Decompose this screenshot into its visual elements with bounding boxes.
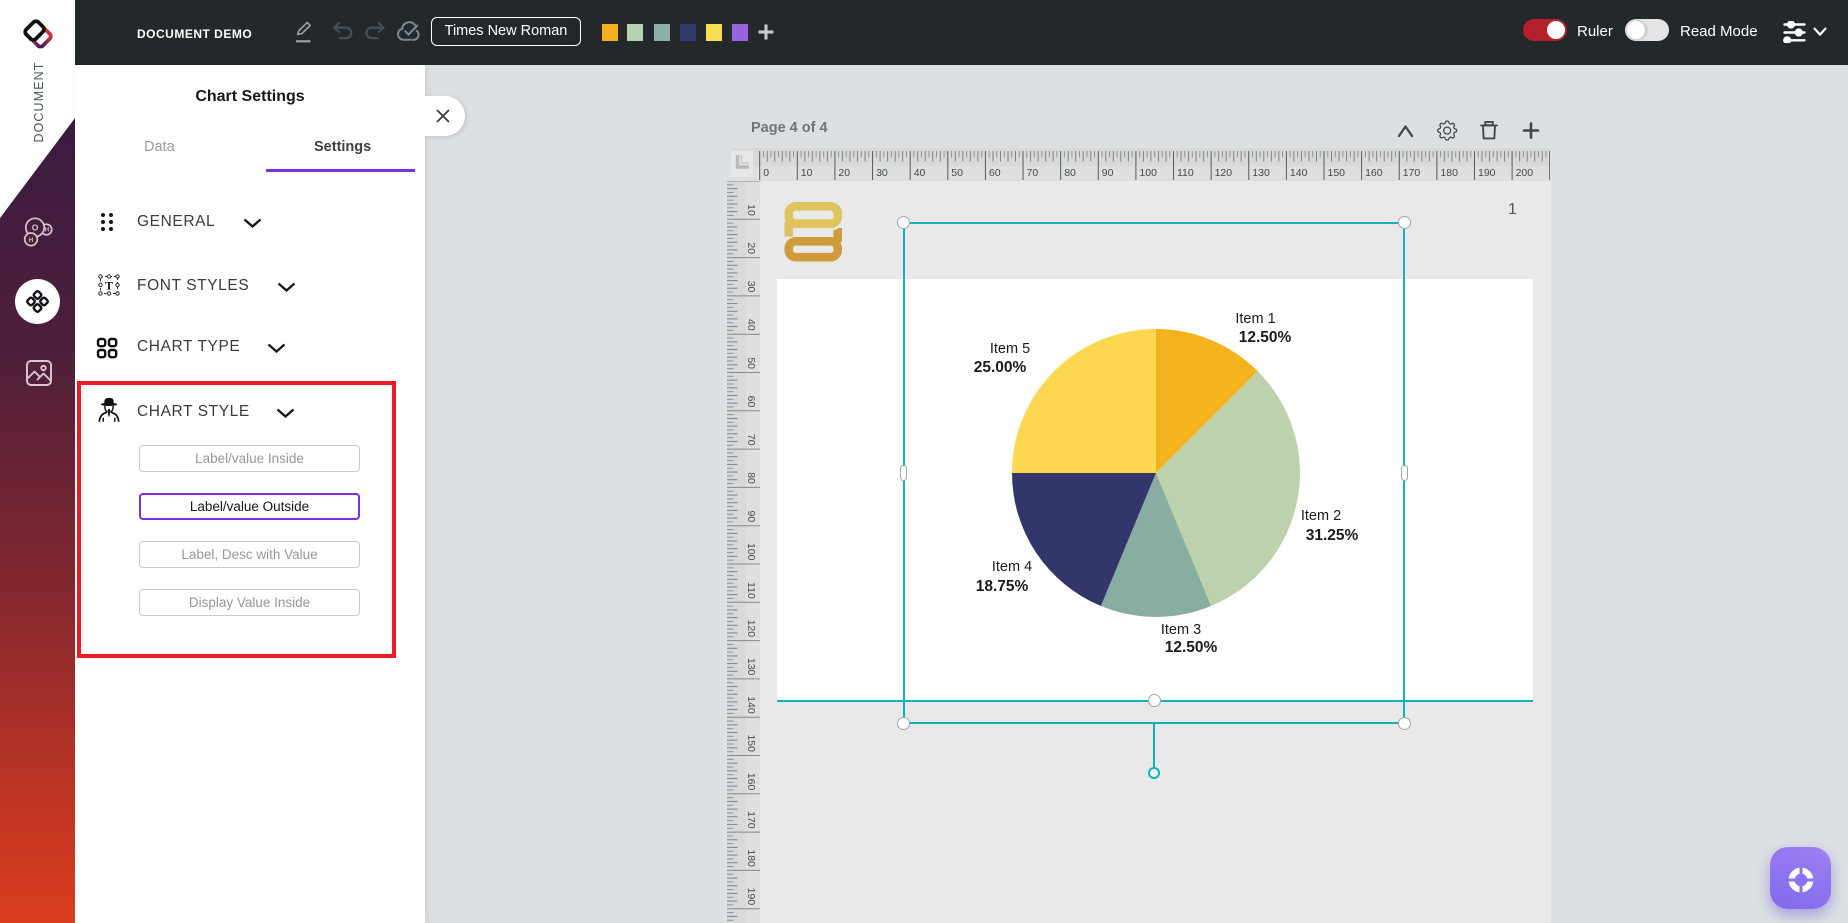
svg-text:40: 40 bbox=[914, 167, 926, 179]
svg-text:70: 70 bbox=[745, 434, 757, 446]
svg-text:130: 130 bbox=[1252, 167, 1270, 179]
svg-text:90: 90 bbox=[745, 511, 757, 523]
svg-text:190: 190 bbox=[1478, 167, 1496, 179]
svg-text:40: 40 bbox=[745, 319, 757, 331]
svg-text:50: 50 bbox=[951, 167, 963, 179]
svg-text:H: H bbox=[45, 228, 49, 234]
svg-text:130: 130 bbox=[745, 658, 757, 676]
svg-text:70: 70 bbox=[1027, 167, 1039, 179]
svg-text:150: 150 bbox=[1328, 167, 1346, 179]
svg-text:20: 20 bbox=[745, 242, 757, 254]
svg-text:140: 140 bbox=[745, 696, 757, 714]
svg-text:160: 160 bbox=[1365, 167, 1383, 179]
svg-text:120: 120 bbox=[745, 620, 757, 638]
svg-text:170: 170 bbox=[1403, 167, 1421, 179]
svg-text:10: 10 bbox=[801, 167, 813, 179]
svg-text:90: 90 bbox=[1102, 167, 1114, 179]
svg-text:80: 80 bbox=[745, 472, 757, 484]
svg-text:T: T bbox=[105, 278, 113, 292]
svg-text:0: 0 bbox=[763, 167, 769, 179]
svg-text:140: 140 bbox=[1290, 167, 1308, 179]
svg-text:110: 110 bbox=[1177, 167, 1194, 179]
svg-text:80: 80 bbox=[1064, 167, 1076, 179]
svg-text:30: 30 bbox=[876, 167, 888, 179]
svg-text:20: 20 bbox=[838, 167, 850, 179]
svg-text:50: 50 bbox=[745, 357, 757, 369]
svg-text:180: 180 bbox=[745, 849, 757, 867]
svg-text:190: 190 bbox=[745, 888, 757, 906]
svg-text:200: 200 bbox=[1516, 167, 1534, 179]
svg-text:O: O bbox=[32, 223, 39, 233]
svg-text:100: 100 bbox=[1139, 167, 1157, 179]
svg-text:H: H bbox=[29, 238, 33, 244]
svg-text:60: 60 bbox=[989, 167, 1001, 179]
svg-text:180: 180 bbox=[1440, 167, 1458, 179]
svg-text:10: 10 bbox=[745, 204, 757, 216]
svg-text:120: 120 bbox=[1215, 167, 1233, 179]
svg-text:100: 100 bbox=[745, 543, 757, 561]
svg-text:30: 30 bbox=[745, 281, 757, 293]
svg-text:60: 60 bbox=[745, 396, 757, 408]
svg-text:110: 110 bbox=[745, 582, 757, 599]
svg-text:150: 150 bbox=[745, 734, 757, 752]
svg-text:170: 170 bbox=[745, 811, 757, 829]
svg-text:160: 160 bbox=[745, 773, 757, 791]
